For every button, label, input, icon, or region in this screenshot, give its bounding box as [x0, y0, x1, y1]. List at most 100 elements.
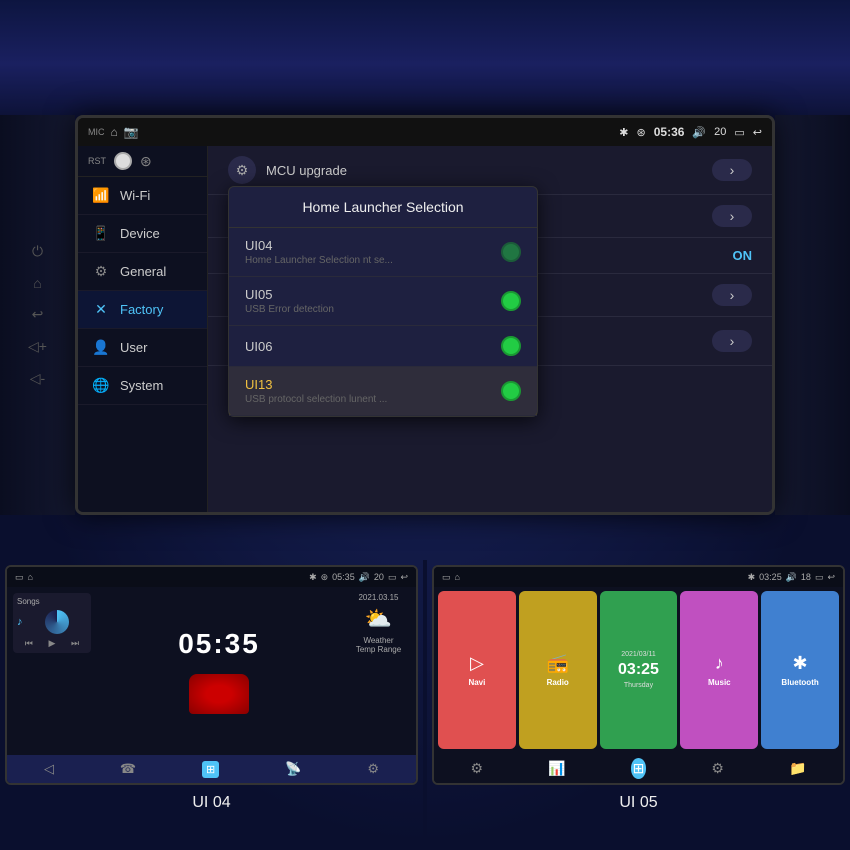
ui04-navbar: ◁ ☎ ⊞ 📡 ⚙: [7, 755, 416, 783]
ui04-wifi-icon: ⊛: [321, 572, 329, 583]
ui05-status-right: ✱ 03:25 🔊 18 ▭ ↩: [748, 572, 835, 583]
music-disc-row: ♪: [17, 608, 87, 636]
ui13-indicator: [501, 381, 521, 401]
dropdown-item-ui13-info: UI13 USB protocol selection lunent ...: [245, 377, 387, 405]
ui04-vol-level: 20: [374, 572, 384, 582]
weather-temp: Temp Range: [356, 645, 401, 654]
nav-grid-icon[interactable]: ⊞: [202, 761, 219, 778]
side-left-icon-2: ⌂: [33, 275, 41, 291]
dropdown-item-ui06-info: UI06: [245, 339, 272, 354]
dropdown-item-ui05-info: UI05 USB Error detection: [245, 287, 334, 315]
dashboard-top: [0, 0, 850, 130]
mcu-label: MCU upgrade: [266, 163, 347, 178]
prev-icon[interactable]: ⏮: [25, 638, 33, 649]
ui05-nav-settings[interactable]: ⚙: [471, 760, 484, 777]
music-disc: [45, 610, 69, 634]
sidebar-item-factory[interactable]: ✕ Factory: [78, 291, 207, 329]
usb-error-toggle[interactable]: ON: [733, 248, 753, 263]
bluetooth-status-icon: ✱: [619, 126, 628, 139]
battery-icon: ▭: [734, 126, 744, 139]
ui05-vol-icon: 🔊: [786, 572, 797, 583]
dropdown-item-ui04[interactable]: UI04 Home Launcher Selection nt se...: [229, 228, 537, 277]
mcu-icon-circle: ⚙: [228, 156, 256, 184]
back-icon[interactable]: ↩: [753, 126, 762, 139]
system-icon: 🌐: [92, 377, 110, 394]
sidebar-item-user[interactable]: 👤 User: [78, 329, 207, 367]
next-icon[interactable]: ⏭: [71, 638, 79, 649]
sidebar-item-general[interactable]: ⚙ General: [78, 253, 207, 291]
home-icon: ⌂: [111, 125, 118, 139]
ui04-vol-icon: 🔊: [359, 572, 370, 583]
app-tile-navi[interactable]: ▷ Navi: [438, 591, 516, 749]
ui05-status-left: ▭ ⌂: [442, 572, 460, 583]
ui05-back[interactable]: ↩: [827, 572, 835, 583]
navi-label: Navi: [468, 678, 485, 687]
app-tile-datetime[interactable]: 2021/03/11 03:25 Thursday: [600, 591, 678, 749]
nav-signal-icon[interactable]: 📡: [285, 761, 301, 777]
radio-label: Radio: [547, 678, 569, 687]
dropdown-sub-ui04: Home Launcher Selection nt se...: [245, 255, 393, 266]
ui05-nav-bar-chart[interactable]: 📊: [548, 760, 565, 777]
sub-screen-ui04-bezel: ▭ ⌂ ✱ ⊛ 05:35 🔊 20 ▭ ↩: [5, 565, 418, 785]
ui05-nav-folder[interactable]: 📁: [789, 760, 806, 777]
sidebar-label-wifi: Wi-Fi: [120, 188, 150, 203]
app-tile-music[interactable]: ♪ Music: [680, 591, 758, 749]
sub-screen-ui04-inner: ▭ ⌂ ✱ ⊛ 05:35 🔊 20 ▭ ↩: [7, 567, 416, 783]
ui05-indicator: [501, 291, 521, 311]
app-tile-bluetooth[interactable]: ✱ Bluetooth: [761, 591, 839, 749]
ui05-navbar: ⚙ 📊 ⊞ ⚙ 📁: [434, 753, 843, 783]
ui05-nav-gear[interactable]: ⚙: [711, 760, 724, 777]
bottom-panel: ▭ ⌂ ✱ ⊛ 05:35 🔊 20 ▭ ↩: [0, 560, 850, 850]
weather-date: 2021.03.15: [358, 593, 398, 602]
music-note-icon: ♪: [17, 616, 23, 628]
general-icon: ⚙: [92, 263, 110, 280]
ui06-indicator: [501, 336, 521, 356]
nav-arrow-icon[interactable]: ◁: [44, 761, 54, 777]
music-label: Music: [708, 678, 731, 687]
dropdown-label-ui13: UI13: [245, 377, 387, 392]
bluetooth-tile-icon: ✱: [793, 653, 808, 674]
sidebar-item-system[interactable]: 🌐 System: [78, 367, 207, 405]
sidebar-item-device[interactable]: 📱 Device: [78, 215, 207, 253]
ui04-battery2: ▭: [388, 572, 397, 583]
ui04-label: UI 04: [192, 794, 230, 812]
dropdown-title: Home Launcher Selection: [229, 187, 537, 228]
user-icon: 👤: [92, 339, 110, 356]
dropdown-item-ui06[interactable]: UI06: [229, 326, 537, 367]
factory-icon: ✕: [92, 301, 110, 318]
side-left-icon-4: ◁+: [28, 338, 47, 355]
ui05-nav-grid-active[interactable]: ⊞: [631, 758, 647, 779]
sidebar-rst: RST ⊛: [78, 146, 207, 177]
ui04-back[interactable]: ↩: [400, 572, 408, 583]
ui05-status-bar: ▭ ⌂ ✱ 03:25 🔊 18 ▭ ↩: [434, 567, 843, 587]
ui05-battery2: ▭: [815, 572, 824, 583]
play-icon[interactable]: ▶: [49, 638, 56, 649]
datetime-time: 03:25: [618, 662, 659, 678]
weather-icon: ⛅: [365, 606, 392, 632]
sidebar-label-device: Device: [120, 226, 160, 241]
dropdown-item-ui04-info: UI04 Home Launcher Selection nt se...: [245, 238, 393, 266]
rst-circle[interactable]: [114, 152, 132, 170]
nav-phone-icon[interactable]: ☎: [120, 761, 136, 777]
row2-chevron[interactable]: ›: [712, 205, 752, 227]
sidebar-label-general: General: [120, 264, 166, 279]
ui04-right-panel: 2021.03.15 ⛅ Weather Temp Range: [341, 587, 416, 755]
ui04-bt-icon: ✱: [309, 572, 317, 583]
app-tile-radio[interactable]: 📻 Radio: [519, 591, 597, 749]
mcu-chevron[interactable]: ›: [712, 159, 752, 181]
wifi-icon: 📶: [92, 187, 110, 204]
usb-protocol-chevron[interactable]: ›: [712, 284, 752, 306]
dropdown-item-ui13[interactable]: UI13 USB protocol selection lunent ...: [229, 367, 537, 416]
ui04-indicator: [501, 242, 521, 262]
sidebar-item-wifi[interactable]: 📶 Wi-Fi: [78, 177, 207, 215]
ui04-left-panel: Songs ♪ ⏮ ▶ ⏭: [7, 587, 97, 755]
sub-screen-ui05-inner: ▭ ⌂ ✱ 03:25 🔊 18 ▭ ↩: [434, 567, 843, 783]
dropdown-item-ui05[interactable]: UI05 USB Error detection: [229, 277, 537, 326]
rst-wifi-icon: ⊛: [140, 153, 152, 170]
ui05-vol-level: 18: [801, 572, 811, 582]
home-launcher-dropdown: Home Launcher Selection UI04 Home Launch…: [228, 186, 538, 417]
nav-settings-icon[interactable]: ⚙: [367, 761, 379, 777]
export-chevron[interactable]: ›: [712, 330, 752, 352]
volume-level: 20: [714, 126, 726, 138]
car-shape: [189, 674, 249, 714]
